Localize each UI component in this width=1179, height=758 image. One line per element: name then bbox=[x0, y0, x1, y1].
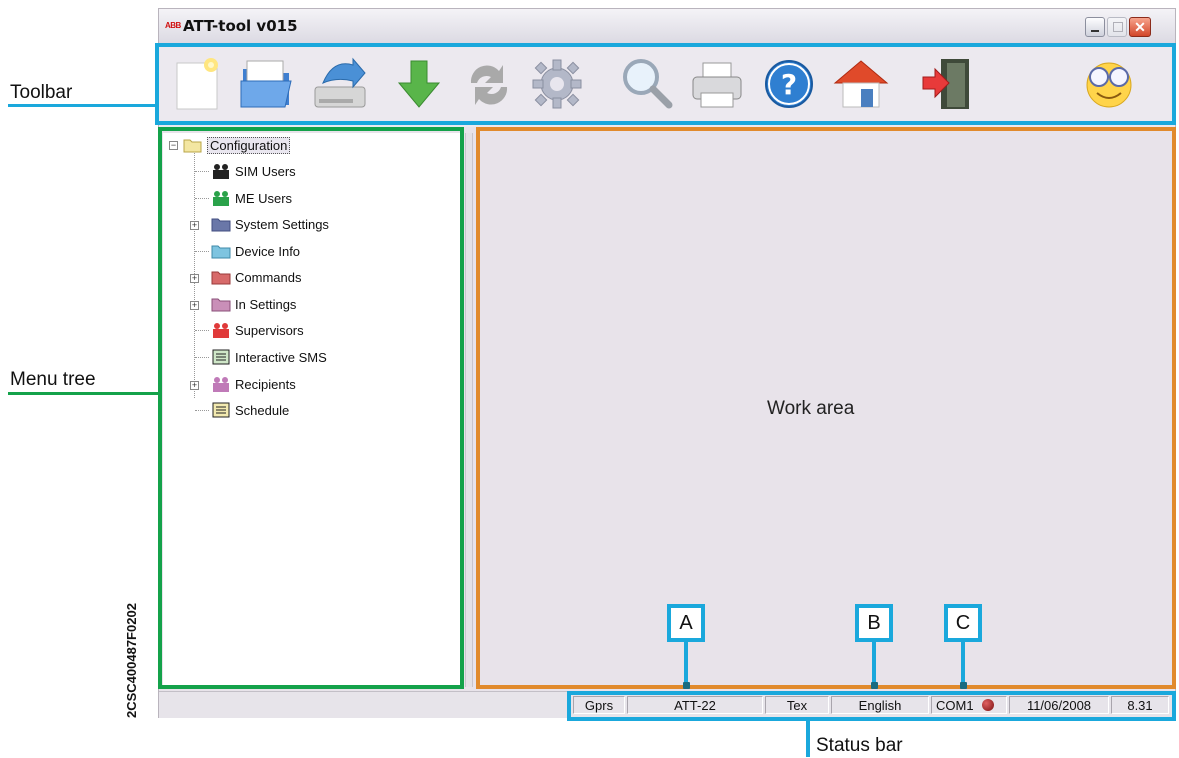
menu-tree-callout-line bbox=[8, 392, 160, 395]
status-bar-callout-line bbox=[806, 719, 810, 757]
maximize-button[interactable] bbox=[1107, 17, 1127, 37]
figure-code: 2CSC400487F0202 bbox=[124, 603, 139, 718]
marker-a-line bbox=[684, 642, 688, 686]
marker-a-dot bbox=[683, 682, 690, 689]
title-bar[interactable]: ABB ATT-tool v015 ✕ bbox=[159, 9, 1175, 43]
minimize-button[interactable] bbox=[1085, 17, 1105, 37]
window-title: ATT-tool v015 bbox=[183, 17, 298, 35]
menu-tree-frame bbox=[158, 127, 464, 689]
marker-c-line bbox=[961, 642, 965, 686]
menu-tree-callout-label: Menu tree bbox=[10, 369, 96, 390]
marker-b-line bbox=[872, 642, 876, 686]
work-area-frame bbox=[476, 127, 1176, 689]
status-bar-callout-label: Status bar bbox=[816, 735, 903, 756]
toolbar-callout-label: Toolbar bbox=[10, 82, 73, 103]
toolbar-frame bbox=[155, 43, 1176, 125]
marker-b: B bbox=[855, 604, 893, 642]
marker-a: A bbox=[667, 604, 705, 642]
status-bar-frame bbox=[567, 691, 1176, 721]
pane-splitter[interactable] bbox=[465, 133, 473, 687]
toolbar-callout-line bbox=[8, 104, 157, 107]
close-button[interactable]: ✕ bbox=[1129, 17, 1151, 37]
abb-logo: ABB bbox=[165, 21, 181, 30]
marker-b-dot bbox=[871, 682, 878, 689]
marker-c-dot bbox=[960, 682, 967, 689]
marker-c: C bbox=[944, 604, 982, 642]
